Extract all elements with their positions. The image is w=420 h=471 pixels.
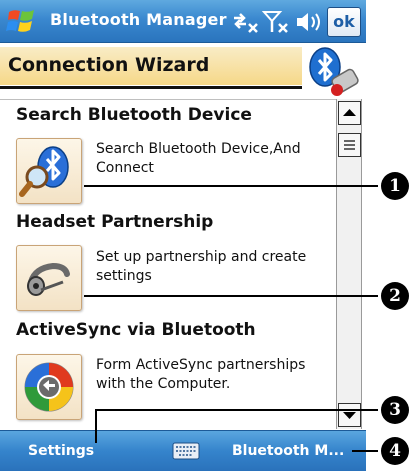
bluetooth-search-icon[interactable] [16, 138, 82, 204]
callout-marker-1: 1 [381, 172, 409, 200]
bluetooth-menu-softkey[interactable]: Bluetooth M... [232, 443, 344, 459]
callout-line-3 [95, 409, 378, 411]
wizard-divider [0, 86, 302, 89]
activesync-icon[interactable] [16, 354, 82, 420]
wizard-title: Connection Wizard [8, 54, 210, 76]
volume-icon[interactable] [294, 10, 324, 34]
wizard-header: Connection Wizard [0, 43, 366, 99]
keyboard-icon[interactable] [172, 442, 200, 464]
callout-line-3-vertical [95, 409, 97, 443]
activesync-title[interactable]: ActiveSync via Bluetooth [16, 320, 256, 340]
vertical-scrollbar[interactable] [336, 99, 362, 429]
activesync-description: Form ActiveSync partnerships with the Co… [96, 357, 306, 392]
search-device-description: Search Bluetooth Device,And Connect [96, 141, 301, 176]
callout-marker-2: 2 [381, 282, 409, 310]
bluetooth-logo-icon [303, 43, 363, 99]
wizard-content: Search Bluetooth Device Search Bluetooth… [0, 99, 336, 430]
pda-screen: Bluetooth Manager ok Connection Wizard S… [0, 0, 366, 471]
scroll-up-button[interactable] [338, 101, 361, 125]
callout-marker-3: 3 [381, 396, 409, 424]
connectivity-icon[interactable] [230, 10, 260, 34]
windows-start-icon[interactable] [6, 6, 40, 36]
scroll-thumb[interactable] [338, 133, 361, 157]
callout-line-1 [84, 185, 378, 187]
ok-button[interactable]: ok [327, 7, 361, 37]
headset-icon[interactable] [16, 245, 82, 311]
app-title: Bluetooth Manager [50, 10, 227, 29]
signal-icon[interactable] [261, 10, 292, 34]
wizard-title-strip: Connection Wizard [0, 47, 302, 85]
search-device-title[interactable]: Search Bluetooth Device [16, 105, 252, 125]
menu-bar: Settings Bluetooth M... [0, 430, 366, 471]
callout-marker-4: 4 [381, 437, 409, 465]
headset-partnership-title[interactable]: Headset Partnership [16, 212, 213, 232]
headset-partnership-description: Set up partnership and create settings [96, 249, 307, 284]
settings-softkey[interactable]: Settings [28, 443, 94, 459]
callout-line-2 [84, 295, 378, 297]
callout-line-4 [352, 450, 378, 452]
scroll-down-button[interactable] [338, 403, 361, 427]
title-bar: Bluetooth Manager ok [0, 0, 366, 43]
